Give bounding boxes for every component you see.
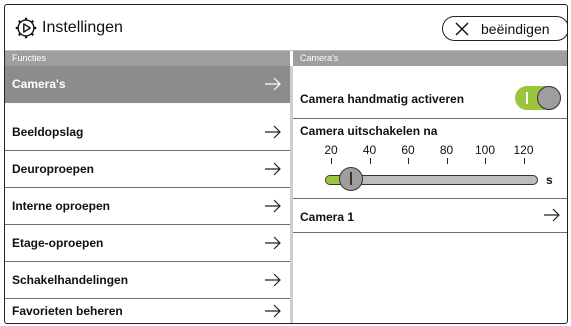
auto-off-slider-handle[interactable] — [339, 167, 363, 191]
toggle-on-mark — [526, 92, 528, 104]
nav-item-manage-favorites[interactable]: Favorieten beheren — [5, 289, 290, 323]
camera-settings-panel: Camera handmatig activeren Camera uitsch… — [293, 66, 567, 323]
settings-window: Instellingen beëindigen Functies Camera'… — [4, 4, 568, 324]
settings-divider — [293, 232, 567, 233]
nav-item-cameras[interactable]: Camera's — [5, 66, 290, 103]
nav-item-floor-calls[interactable]: Etage-oproepen — [5, 225, 290, 262]
gear-icon — [15, 17, 37, 39]
slider-scale: 20 40 60 80 100 120 — [293, 143, 567, 173]
nav-item-internal-calls[interactable]: Interne oproepen — [5, 188, 290, 225]
arrow-right-icon — [265, 273, 281, 287]
nav-item-label: Favorieten beheren — [12, 304, 123, 318]
slider-unit-label: s — [546, 173, 553, 187]
slider-tick-label: 20 — [324, 143, 338, 157]
cameras-section-title: Camera's — [300, 53, 339, 63]
nav-item-label: Beeldopslag — [12, 125, 84, 139]
manual-activation-label: Camera handmatig activeren — [300, 92, 465, 106]
slider-tick-mark — [446, 158, 448, 164]
settings-divider — [293, 118, 567, 119]
slider-tick-label: 80 — [439, 143, 454, 157]
end-button[interactable]: beëindigen — [442, 16, 567, 41]
close-icon — [455, 22, 469, 36]
arrow-right-icon — [265, 125, 281, 139]
toggle-knob — [537, 86, 561, 110]
slider-tick-label: 120 — [513, 143, 534, 157]
functions-section-header: Functies — [5, 51, 290, 66]
nav-item-image-storage[interactable]: Beeldopslag — [5, 114, 290, 151]
arrow-right-icon — [265, 304, 281, 318]
arrow-right-icon — [265, 199, 281, 213]
cameras-section-header: Camera's — [293, 51, 567, 66]
auto-off-label: Camera uitschakelen na — [300, 124, 438, 138]
nav-item-label: Schakelhandelingen — [12, 273, 129, 287]
nav-item-label: Camera's — [12, 77, 66, 91]
functions-section-title: Functies — [12, 53, 47, 63]
manual-activation-toggle[interactable] — [515, 86, 561, 110]
camera-1-item[interactable]: Camera 1 — [293, 199, 567, 232]
slider-tick-mark — [408, 158, 409, 164]
end-button-label: beëindigen — [481, 21, 550, 37]
handle-grip — [350, 172, 352, 185]
camera-1-label: Camera 1 — [300, 210, 355, 224]
slider-tick-label: 40 — [362, 143, 377, 157]
slider-tick-label: 60 — [401, 143, 415, 157]
nav-item-door-calls[interactable]: Deuroproepen — [5, 151, 290, 188]
arrow-right-icon — [265, 236, 281, 250]
header-bar: Instellingen beëindigen — [5, 5, 567, 51]
slider-tick-mark — [331, 158, 332, 164]
slider-tick-mark — [485, 158, 486, 164]
nav-item-label: Interne oproepen — [12, 199, 111, 213]
page-title: Instellingen — [42, 19, 123, 36]
slider-tick-label: 100 — [474, 143, 496, 157]
slider-tick-mark — [523, 158, 525, 164]
arrow-right-icon — [544, 208, 560, 222]
arrow-right-icon — [265, 162, 281, 176]
nav-item-label: Deuroproepen — [12, 162, 95, 176]
nav-item-label: Etage-oproepen — [12, 236, 104, 250]
arrow-right-icon — [265, 77, 281, 91]
slider-tick-mark — [369, 158, 371, 164]
